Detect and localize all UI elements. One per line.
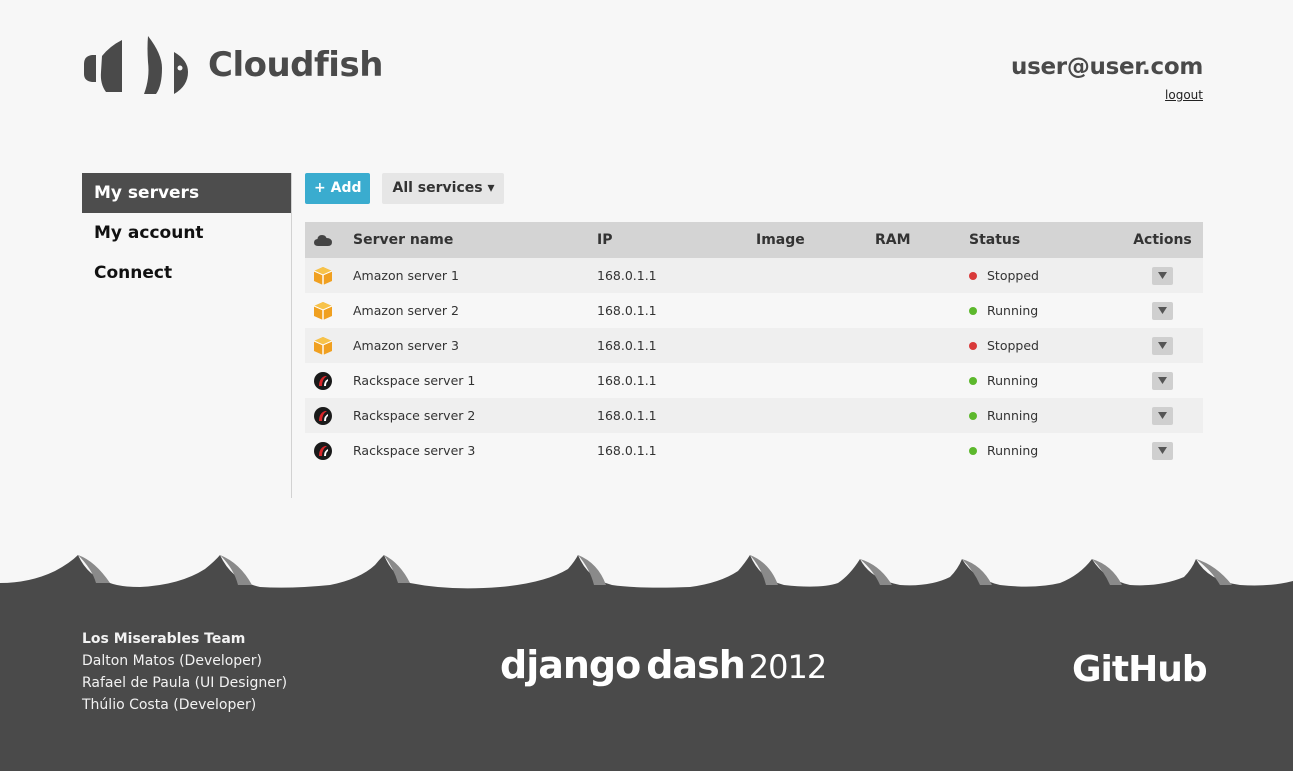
server-ip: 168.0.1.1	[597, 338, 657, 353]
server-ip: 168.0.1.1	[597, 408, 657, 423]
user-box: user@user.com logout	[1011, 54, 1203, 103]
django-dash-logo[interactable]: django dash 2012	[500, 643, 827, 687]
status-label: Running	[987, 408, 1039, 423]
status-label: Stopped	[987, 338, 1039, 353]
services-filter-dropdown[interactable]: All services ▾	[382, 173, 505, 204]
sidebar-item-my-account[interactable]: My account	[82, 213, 291, 253]
table-body: Amazon server 1 168.0.1.1 Stopped Amazon se…	[305, 258, 1203, 468]
table-row[interactable]: Rackspace server 2 168.0.1.1 Running	[305, 398, 1203, 433]
actions-dropdown-button[interactable]	[1152, 441, 1173, 460]
brand-logo[interactable]: Cloudfish	[82, 34, 383, 96]
team-member: Thúlio Costa (Developer)	[82, 697, 257, 713]
table-row[interactable]: Amazon server 2 168.0.1.1 Running	[305, 293, 1203, 328]
status-label: Running	[987, 373, 1039, 388]
chevron-down-icon	[1158, 307, 1167, 314]
sidebar-item-connect[interactable]: Connect	[82, 253, 291, 293]
actions-dropdown-button[interactable]	[1152, 406, 1173, 425]
rackspace-icon	[305, 371, 341, 391]
rackspace-icon	[305, 406, 341, 426]
chevron-down-icon	[1158, 412, 1167, 419]
team-credits: Los Miserables Team Dalton Matos (Develo…	[82, 628, 287, 716]
server-ip: 168.0.1.1	[597, 443, 657, 458]
logout-link[interactable]: logout	[1165, 88, 1203, 102]
team-title: Los Miserables Team	[82, 631, 246, 647]
chevron-down-icon	[1158, 377, 1167, 384]
amazon-box-icon	[305, 336, 341, 356]
servers-table: Server name IP Image RAM Status Actions …	[305, 222, 1203, 468]
status-dot-icon	[969, 271, 977, 280]
cloud-icon	[305, 233, 341, 247]
table-row[interactable]: Rackspace server 3 168.0.1.1 Running	[305, 433, 1203, 468]
server-status: Running	[957, 408, 1122, 423]
sidebar: My servers My account Connect	[82, 173, 292, 498]
server-status: Running	[957, 303, 1122, 318]
header-server-name[interactable]: Server name	[341, 232, 585, 248]
row-actions	[1122, 266, 1203, 285]
amazon-box-icon	[305, 301, 341, 321]
status-label: Stopped	[987, 268, 1039, 283]
status-dot-icon	[969, 306, 977, 315]
actions-dropdown-button[interactable]	[1152, 371, 1173, 390]
team-member: Dalton Matos (Developer)	[82, 653, 263, 669]
server-name[interactable]: Amazon server 2	[341, 303, 585, 318]
chevron-down-icon	[1158, 342, 1167, 349]
server-status: Running	[957, 373, 1122, 388]
header-status[interactable]: Status	[957, 232, 1122, 248]
user-email: user@user.com	[1011, 54, 1203, 80]
rackspace-icon	[305, 441, 341, 461]
server-ip: 168.0.1.1	[597, 373, 657, 388]
footer: Los Miserables Team Dalton Matos (Develo…	[0, 591, 1293, 771]
brand-name: Cloudfish	[208, 45, 383, 85]
fish-logo-icon	[84, 36, 188, 94]
status-label: Running	[987, 443, 1039, 458]
status-dot-icon	[969, 341, 977, 350]
table-row[interactable]: Amazon server 1 168.0.1.1 Stopped	[305, 258, 1203, 293]
server-name[interactable]: Amazon server 3	[341, 338, 585, 353]
actions-dropdown-button[interactable]	[1152, 301, 1173, 320]
django-dash-year: 2012	[748, 648, 827, 686]
status-label: Running	[987, 303, 1039, 318]
chevron-down-icon	[1158, 447, 1167, 454]
toolbar: + Add All services ▾	[305, 173, 505, 204]
status-dot-icon	[969, 446, 977, 455]
wave-divider	[0, 555, 1293, 595]
actions-dropdown-button[interactable]	[1152, 336, 1173, 355]
row-actions	[1122, 371, 1203, 390]
row-actions	[1122, 336, 1203, 355]
team-member: Rafael de Paula (UI Designer)	[82, 675, 288, 691]
server-status: Stopped	[957, 338, 1122, 353]
row-actions	[1122, 406, 1203, 425]
header-image[interactable]: Image	[744, 232, 863, 248]
row-actions	[1122, 441, 1203, 460]
sidebar-item-my-servers[interactable]: My servers	[82, 173, 291, 213]
server-name[interactable]: Rackspace server 1	[341, 373, 585, 388]
server-status: Stopped	[957, 268, 1122, 283]
header-ram[interactable]: RAM	[863, 232, 957, 248]
row-actions	[1122, 301, 1203, 320]
table-header: Server name IP Image RAM Status Actions	[305, 222, 1203, 258]
django-dash-word1: django	[500, 643, 641, 687]
table-row[interactable]: Rackspace server 1 168.0.1.1 Running	[305, 363, 1203, 398]
server-ip: 168.0.1.1	[597, 268, 657, 283]
status-dot-icon	[969, 376, 977, 385]
header-ip[interactable]: IP	[585, 232, 744, 248]
header-actions: Actions	[1133, 232, 1192, 248]
status-dot-icon	[969, 411, 977, 420]
github-link[interactable]: GitHub	[1072, 649, 1208, 690]
server-name[interactable]: Amazon server 1	[341, 268, 585, 283]
django-dash-word2: dash	[646, 643, 746, 687]
table-row[interactable]: Amazon server 3 168.0.1.1 Stopped	[305, 328, 1203, 363]
actions-dropdown-button[interactable]	[1152, 266, 1173, 285]
server-status: Running	[957, 443, 1122, 458]
server-name[interactable]: Rackspace server 2	[341, 408, 585, 423]
server-name[interactable]: Rackspace server 3	[341, 443, 585, 458]
amazon-box-icon	[305, 266, 341, 286]
add-server-button[interactable]: + Add	[305, 173, 371, 204]
server-ip: 168.0.1.1	[597, 303, 657, 318]
chevron-down-icon	[1158, 272, 1167, 279]
